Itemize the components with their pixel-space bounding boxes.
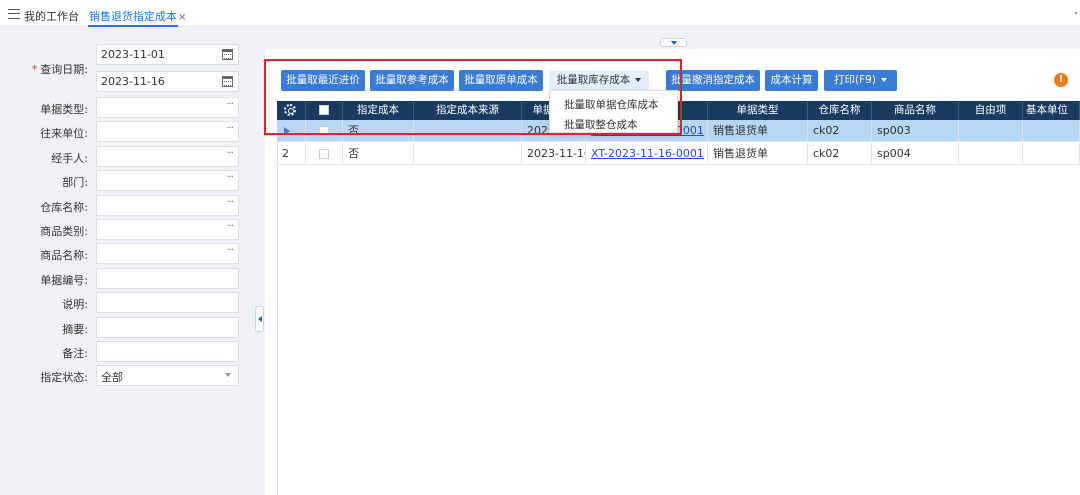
date-to-input[interactable]: 2023-11-16: [96, 71, 239, 92]
print-label: 打印(F9): [834, 74, 876, 86]
header-product[interactable]: 商品名称: [872, 101, 959, 120]
ellipsis-icon[interactable]: ···: [226, 148, 233, 159]
filter-label: 备注:: [62, 347, 88, 360]
filter-panel: 2023-11-01 * 查询日期: 2023-11-16 单据类型: ··· 往来单…: [0, 28, 248, 495]
header-base-unit[interactable]: 基本单位: [1023, 101, 1080, 120]
filter-row: 单据类型: ···: [0, 97, 248, 119]
filter-label: 商品名称:: [40, 249, 88, 262]
filter-input[interactable]: ···: [96, 97, 239, 118]
filter-label: 部门:: [62, 176, 88, 189]
filter-label: 商品类别:: [40, 225, 88, 238]
more-dot-icon[interactable]: [1075, 12, 1077, 14]
cell-warehouse: ck02: [808, 120, 872, 142]
cell-free: [959, 120, 1023, 142]
filter-input[interactable]: ···: [96, 146, 239, 167]
filter-input[interactable]: ···: [96, 121, 239, 142]
filter-row: 单据编号:: [0, 268, 248, 290]
filter-label: 指定状态:: [40, 371, 88, 384]
filter-input[interactable]: [96, 317, 239, 338]
table-row[interactable]: 2 否 2023-11-16 XT-2023-11-16-0001 销售退货单 …: [277, 143, 1080, 165]
tab-label: 销售退货指定成本: [89, 10, 177, 23]
cell-doc-type: 销售退货单: [708, 143, 808, 165]
header-warehouse[interactable]: 仓库名称: [808, 101, 872, 120]
cell-specified: 否: [343, 143, 414, 165]
filter-label: 摘要:: [62, 323, 88, 336]
menu-icon[interactable]: [8, 9, 20, 19]
filter-label: 单据类型:: [40, 103, 88, 116]
filter-label: 仓库名称:: [40, 201, 88, 214]
filter-row: 摘要:: [0, 317, 248, 339]
cell-product: sp004: [872, 143, 959, 165]
ellipsis-icon[interactable]: ···: [226, 245, 233, 256]
row-check-cell: [306, 143, 343, 165]
cell-source: [414, 143, 522, 165]
cell-date: 2023-11-16: [522, 143, 586, 165]
ellipsis-icon[interactable]: ···: [226, 99, 233, 110]
header-free-item[interactable]: 自由项: [959, 101, 1023, 120]
tab-bar: 我的工作台 销售退货指定成本×: [0, 0, 1080, 27]
cell-warehouse: ck02: [808, 143, 872, 165]
filter-label: 往来单位:: [40, 127, 88, 140]
filter-row: 指定状态: 全部: [0, 365, 248, 387]
date-to-value: 2023-11-16: [101, 75, 165, 88]
filter-input[interactable]: [96, 268, 239, 289]
calendar-icon[interactable]: [222, 76, 233, 87]
filter-row: 往来单位: ···: [0, 121, 248, 143]
filter-label: 单据编号:: [40, 274, 88, 287]
cell-doc-type: 销售退货单: [708, 120, 808, 142]
active-tab-indicator: [88, 25, 178, 27]
header-doc-type[interactable]: 单据类型: [708, 101, 808, 120]
ellipsis-icon[interactable]: ···: [226, 197, 233, 208]
tab-home[interactable]: 我的工作台: [24, 8, 79, 24]
cell-product: sp003: [872, 120, 959, 142]
cost-calc-button[interactable]: 成本计算: [765, 70, 818, 91]
ellipsis-icon[interactable]: ···: [226, 172, 233, 183]
tab-sales-return-cost[interactable]: 销售退货指定成本×: [89, 8, 186, 24]
highlight-box: [264, 59, 682, 135]
filter-row: 备注:: [0, 341, 248, 363]
filter-input[interactable]: ···: [96, 170, 239, 191]
cell-unit: [1023, 120, 1080, 142]
filter-row: 商品类别: ···: [0, 219, 248, 241]
row-number: 2: [277, 143, 306, 165]
filter-row: 经手人: ···: [0, 146, 248, 168]
filter-input[interactable]: ···: [96, 195, 239, 216]
print-button[interactable]: 打印(F9): [824, 70, 897, 91]
date-to-row: 2023-11-16: [0, 71, 248, 93]
filter-label: 经手人:: [51, 152, 88, 165]
grid-body: [277, 120, 1080, 495]
filter-input[interactable]: ···: [96, 219, 239, 240]
collapse-filter-handle[interactable]: [255, 306, 264, 332]
chevron-down-icon: [880, 78, 887, 82]
status-select[interactable]: 全部: [96, 365, 239, 386]
warning-icon[interactable]: !: [1054, 73, 1068, 87]
doc-no-link[interactable]: XT-2023-11-16-0001: [586, 143, 708, 165]
filter-input[interactable]: [96, 341, 239, 362]
row-checkbox[interactable]: [319, 149, 329, 159]
filter-input[interactable]: ···: [96, 243, 239, 264]
cell-unit: [1023, 143, 1080, 165]
filter-label: 说明:: [62, 298, 88, 311]
filter-row: 部门: ···: [0, 170, 248, 192]
close-icon[interactable]: ×: [178, 12, 186, 23]
chevron-down-icon[interactable]: [225, 373, 231, 377]
cell-free: [959, 143, 1023, 165]
ellipsis-icon[interactable]: ···: [226, 123, 233, 134]
ellipsis-icon[interactable]: ···: [226, 221, 233, 232]
filter-input[interactable]: [96, 292, 239, 313]
filter-value: 全部: [101, 371, 123, 384]
filter-row: 商品名称: ···: [0, 243, 248, 265]
filter-row: 说明:: [0, 292, 248, 314]
filter-row: 仓库名称: ···: [0, 195, 248, 217]
collapse-toolbar-handle[interactable]: [660, 38, 687, 47]
